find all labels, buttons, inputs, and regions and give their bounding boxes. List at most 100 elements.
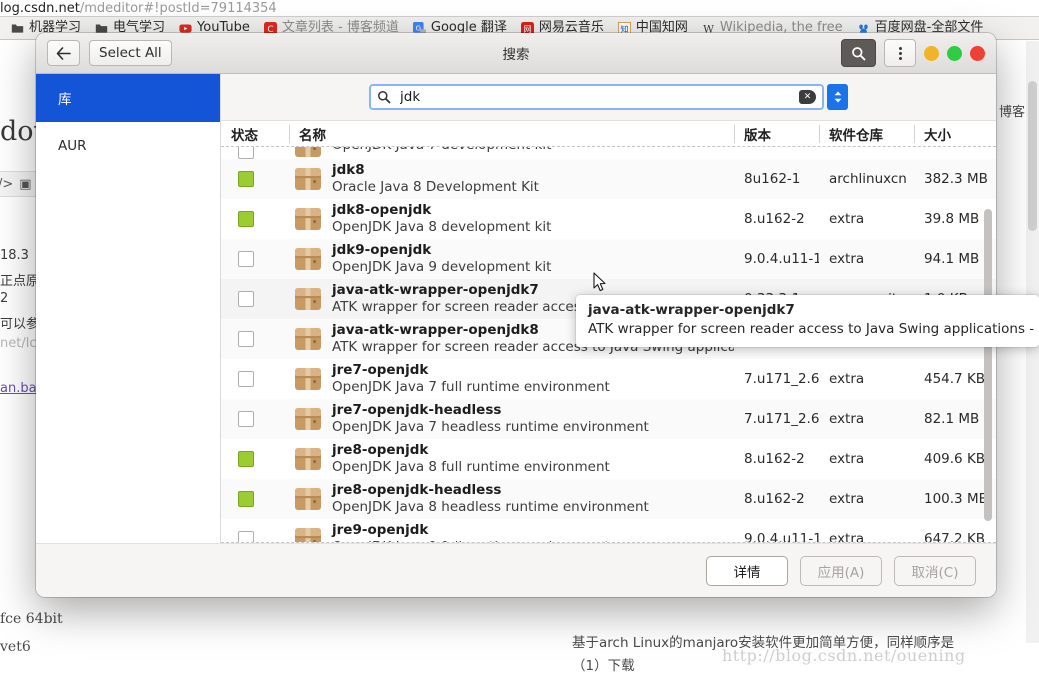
search-mode-spinner[interactable]: [827, 84, 848, 110]
page-scrollbar-thumb[interactable]: [1028, 81, 1037, 231]
table-row[interactable]: jdk8-openjdk OpenJDK Java 8 development k…: [221, 199, 996, 239]
svg-text:网: 网: [523, 23, 531, 33]
menu-dot-icon: [898, 46, 902, 50]
column-header-size[interactable]: 大小: [914, 124, 996, 144]
dialog-sidebar: 库 AUR: [36, 74, 221, 543]
page-side-text: 博客: [998, 105, 1025, 120]
row-state-cell[interactable]: [221, 411, 289, 427]
sidebar-item-repository[interactable]: 库: [36, 74, 220, 122]
maximize-button[interactable]: [947, 45, 962, 61]
column-header-name[interactable]: 名称: [289, 124, 734, 144]
row-state-cell[interactable]: [221, 491, 289, 507]
select-all-button[interactable]: Select All: [89, 40, 172, 66]
package-name-block: jre7-openjdk-headless OpenJDK Java 7 head…: [332, 402, 649, 437]
package-repository: extra: [829, 491, 865, 507]
package-size: 382.3 MB: [924, 171, 988, 187]
table-row[interactable]: jre7-openjdk OpenJDK Java 7 full runtime …: [221, 359, 996, 399]
page-text-line: 2: [0, 291, 9, 306]
package-checkbox[interactable]: [238, 147, 254, 159]
apply-button[interactable]: 应用(A): [800, 555, 882, 586]
package-name: jre9-openjdk: [332, 521, 429, 538]
package-name-block: jre8-openjdk OpenJDK Java 8 full runtime …: [332, 442, 610, 477]
package-version: 8u162-1: [744, 171, 801, 187]
package-name: jdk8-openjdk: [332, 201, 432, 218]
cancel-button[interactable]: 取消(C): [894, 555, 976, 586]
package-icon: [295, 248, 321, 270]
search-field-wrapper[interactable]: ✕: [369, 84, 824, 110]
row-state-cell[interactable]: [221, 211, 289, 227]
search-toggle-button[interactable]: [841, 39, 876, 67]
search-icon: [378, 91, 391, 104]
table-row[interactable]: jre8-openjdk OpenJDK Java 8 full runtime …: [221, 439, 996, 479]
package-name: jdk8: [332, 161, 365, 178]
menu-button[interactable]: [884, 39, 916, 67]
address-bar[interactable]: log.csdn.net/mdeditor#!postId=79114354: [0, 0, 1039, 17]
package-icon: [295, 408, 321, 430]
row-state-cell[interactable]: [221, 291, 289, 307]
table-row[interactable]: jre7-openjdk-headless OpenJDK Java 7 head…: [221, 399, 996, 439]
menu-dot-icon: [898, 51, 902, 55]
package-repository: extra: [829, 251, 865, 267]
row-state-cell[interactable]: [221, 531, 289, 542]
package-checkbox[interactable]: [238, 171, 254, 187]
package-checkbox[interactable]: [238, 491, 254, 507]
package-icon: [295, 368, 321, 390]
package-checkbox[interactable]: [238, 371, 254, 387]
column-header-state[interactable]: 状态: [221, 124, 289, 144]
column-header-version[interactable]: 版本: [734, 124, 819, 144]
package-version: 9.0.4.u11-1: [744, 531, 819, 543]
table-row[interactable]: jre8-openjdk-headless OpenJDK Java 8 head…: [221, 479, 996, 519]
sidebar-item-aur[interactable]: AUR: [36, 122, 220, 170]
package-description: OpenJDK Java 8 full runtime environment: [332, 459, 610, 475]
search-input[interactable]: [398, 88, 792, 106]
editor-toolbar[interactable]: /> ▣: [0, 171, 36, 197]
package-repository: extra: [829, 451, 865, 467]
row-state-cell[interactable]: [221, 171, 289, 187]
package-checkbox[interactable]: [238, 291, 254, 307]
row-name-cell: jre8-openjdk-headless OpenJDK Java 8 head…: [289, 482, 734, 517]
table-row[interactable]: OpenJDK Java 7 development kit: [221, 147, 996, 159]
minimize-button[interactable]: [924, 45, 939, 61]
column-header-repository[interactable]: 软件仓库: [819, 124, 914, 144]
package-version: 7.u171_2.6.13: [744, 411, 819, 427]
package-checkbox[interactable]: [238, 531, 254, 542]
url-text: log.csdn.net: [0, 1, 80, 16]
table-row[interactable]: jdk8 Oracle Java 8 Development Kit 8u162-1…: [221, 159, 996, 199]
package-checkbox[interactable]: [238, 451, 254, 467]
row-state-cell[interactable]: [221, 451, 289, 467]
package-checkbox[interactable]: [238, 211, 254, 227]
menu-dot-icon: [898, 56, 902, 60]
package-description: OpenJDK Java 7 headless runtime environm…: [332, 419, 649, 435]
row-state-cell[interactable]: [221, 147, 289, 159]
package-repository: extra: [829, 411, 865, 427]
watermark-text: http://blog.csdn.net/ouening: [722, 646, 966, 665]
package-checkbox[interactable]: [238, 251, 254, 267]
table-row[interactable]: jre9-openjdkOpenJDK Java 9 full runtime …: [221, 519, 996, 543]
code-icon[interactable]: />: [0, 177, 13, 192]
table-row[interactable]: jdk9-openjdk OpenJDK Java 9 development k…: [221, 239, 996, 279]
row-state-cell[interactable]: [221, 331, 289, 347]
package-name-block: jre7-openjdk OpenJDK Java 7 full runtime …: [332, 362, 610, 397]
row-state-cell[interactable]: [221, 371, 289, 387]
back-button[interactable]: [47, 40, 80, 66]
package-checkbox[interactable]: [238, 411, 254, 427]
details-button[interactable]: 详情: [706, 555, 788, 586]
package-repository: extra: [829, 371, 865, 387]
tooltip-title: java-atk-wrapper-openjdk7: [588, 302, 795, 318]
titlebar-right-group: [841, 39, 985, 67]
package-icon: [295, 147, 321, 157]
row-state-cell[interactable]: [221, 251, 289, 267]
list-scrollbar-thumb[interactable]: [984, 209, 992, 521]
page-link[interactable]: an.bai: [0, 381, 40, 396]
package-name: jre8-openjdk-headless: [332, 481, 502, 498]
package-name-block: jdk8 Oracle Java 8 Development Kit: [332, 162, 539, 197]
row-name-cell: jdk9-openjdk OpenJDK Java 9 development k…: [289, 242, 734, 277]
dialog-footer: 详情 应用(A) 取消(C): [36, 543, 996, 597]
image-icon[interactable]: ▣: [19, 177, 31, 192]
package-repository: extra: [829, 211, 865, 227]
row-name-cell: jre9-openjdkOpenJDK Java 9 full runtime …: [289, 521, 734, 542]
clear-icon[interactable]: ✕: [799, 90, 816, 104]
close-button[interactable]: [970, 45, 985, 61]
package-checkbox[interactable]: [238, 331, 254, 347]
package-name-block: jre8-openjdk-headless OpenJDK Java 8 head…: [332, 482, 649, 517]
